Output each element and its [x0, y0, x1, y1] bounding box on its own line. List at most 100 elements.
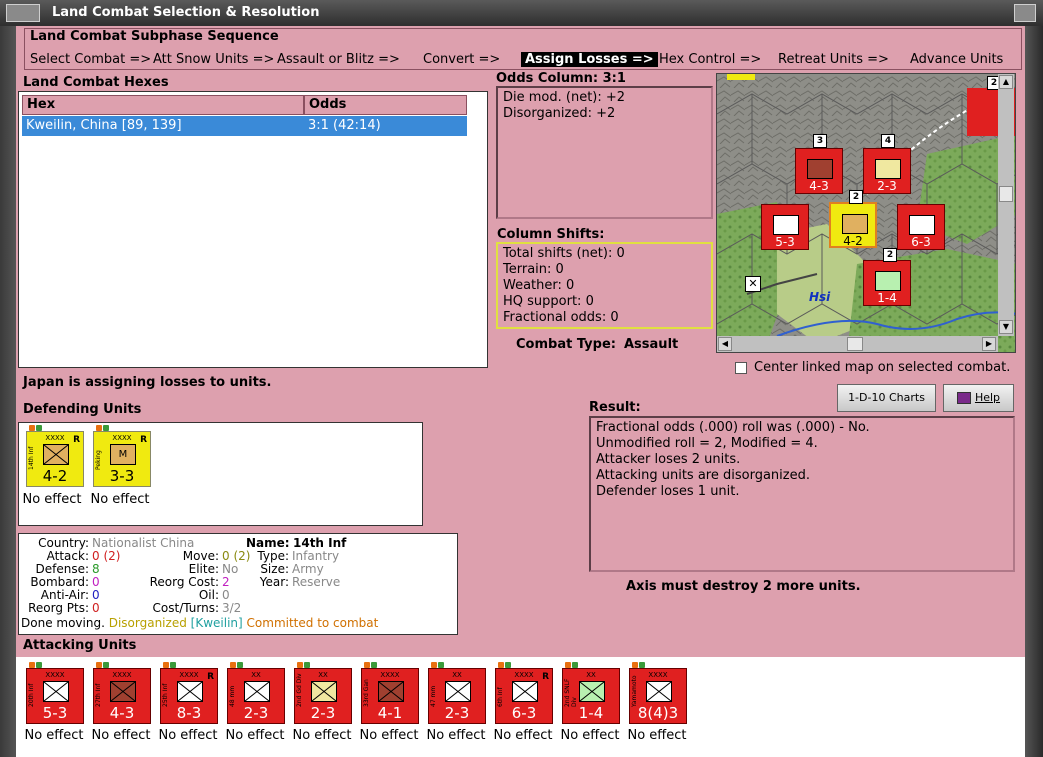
step-assign-losses[interactable]: Assign Losses =>: [521, 52, 658, 67]
combat-type-value: Assault: [624, 337, 679, 352]
center-map-label: Center linked map on selected combat.: [754, 360, 1011, 375]
unit-symbol-icon: [445, 681, 471, 702]
odds-column-title: Odds Column: 3:1: [496, 71, 626, 86]
attacker-effect: No effect: [560, 728, 620, 743]
attacker-unit[interactable]: XXXX 20th Inf 5-3: [26, 662, 84, 724]
unit-symbol-icon: [177, 681, 203, 702]
table-row[interactable]: Kweilin, China [89, 139] 3:1 (42:14): [22, 116, 467, 136]
step-advance-units[interactable]: Advance Units: [910, 52, 1003, 67]
attacker-unit[interactable]: XXXX Yamamoto 8(4)3: [629, 662, 687, 724]
attacker-unit[interactable]: XX 47 mm 2-3: [428, 662, 486, 724]
attacker-effect: No effect: [158, 728, 218, 743]
scroll-right-icon[interactable]: ▶: [982, 337, 996, 351]
linked-map[interactable]: 2 4-3 3 2-3 4 5-3 4-2 2 6-3 1-4 2 ✕ Hsi: [716, 73, 1016, 353]
scroll-up-icon[interactable]: ▲: [999, 75, 1013, 89]
combat-type-label: Combat Type:: [516, 337, 616, 352]
result-line: Attacker loses 2 units.: [596, 452, 741, 467]
unit-symbol-icon: [311, 681, 337, 702]
help-book-icon: [956, 392, 971, 404]
map-stack-count: 2: [849, 190, 863, 204]
hexes-list[interactable]: Hex Odds Kweilin, China [89, 139] 3:1 (4…: [18, 91, 488, 368]
map-stack-count: 4: [881, 134, 895, 148]
result-line: Fractional odds (.000) roll was (.000) -…: [596, 420, 870, 435]
window-menu-button[interactable]: [6, 4, 40, 22]
row-hex: Kweilin, China [89, 139]: [26, 118, 182, 133]
shift-terrain: Terrain: 0: [503, 262, 564, 277]
unit-reorg-pts: 0: [92, 601, 100, 615]
window-close-button[interactable]: [1014, 4, 1036, 22]
scroll-left-icon[interactable]: ◀: [718, 337, 732, 351]
infantry-symbol-icon: [43, 444, 69, 465]
map-unit-defender[interactable]: 4-2: [829, 202, 877, 248]
help-button[interactable]: Help: [943, 384, 1014, 412]
defender-effect: No effect: [22, 492, 82, 507]
shift-hq-support: HQ support: 0: [503, 294, 594, 309]
shift-weather: Weather: 0: [503, 278, 575, 293]
unit-info-panel: Country: Nationalist China Attack: 0 (2)…: [18, 533, 458, 635]
subphase-sequence-title: Land Combat Subphase Sequence: [30, 29, 279, 44]
center-map-checkbox[interactable]: [735, 362, 747, 374]
attacker-effect: No effect: [292, 728, 352, 743]
step-att-snow-units[interactable]: Att Snow Units =>: [153, 52, 274, 67]
map-stack-count: 3: [813, 134, 827, 148]
map-unit-27th[interactable]: 4-3: [795, 148, 843, 194]
unit-symbol-icon: [378, 681, 404, 702]
step-retreat-units[interactable]: Retreat Units =>: [778, 52, 889, 67]
attacker-effect: No effect: [493, 728, 553, 743]
shift-fractional: Fractional odds: 0: [503, 310, 619, 325]
map-stack-count: 2: [883, 248, 897, 262]
map-unit-partial: [727, 74, 755, 80]
column-header-odds[interactable]: Odds: [304, 95, 467, 115]
attacker-unit[interactable]: XXXX 33rd Gan 4-1: [361, 662, 419, 724]
step-assault-or-blitz[interactable]: Assault or Blitz =>: [277, 52, 400, 67]
defender-unit-14th-inf[interactable]: XXXX 14th Inf R 4-2: [26, 425, 84, 487]
column-shifts-title: Column Shifts:: [497, 227, 605, 242]
window-frame-right: [1025, 26, 1043, 757]
map-unit-2nd-gd[interactable]: 2-3: [863, 148, 911, 194]
result-line: Unmodified roll = 2, Modified = 4.: [596, 436, 818, 451]
column-shifts-box: Total shifts (net): 0 Terrain: 0 Weather…: [496, 242, 713, 329]
map-unit-6th[interactable]: 6-3: [897, 204, 945, 250]
unit-symbol-icon: [244, 681, 270, 702]
airfield-icon: ✕: [745, 276, 761, 292]
attacker-unit[interactable]: XX 2nd SNLF Div 1-4: [562, 662, 620, 724]
attacker-unit[interactable]: XX 2nd Gd Div 2-3: [294, 662, 352, 724]
step-select-combat[interactable]: Select Combat =>: [30, 52, 151, 67]
attacker-unit[interactable]: XXXX 6th Inf R 6-3: [495, 662, 553, 724]
defender-unit-peking[interactable]: XXXX Peking R M 3-3: [93, 425, 151, 487]
odds-line-disorganized: Disorganized: +2: [503, 106, 616, 121]
odds-line-die-mod: Die mod. (net): +2: [503, 90, 626, 105]
column-header-hex[interactable]: Hex: [22, 95, 304, 115]
window-frame-left: [0, 26, 16, 757]
scroll-down-icon[interactable]: ▼: [999, 320, 1013, 334]
step-convert[interactable]: Convert =>: [423, 52, 500, 67]
map-unit-20th[interactable]: 5-3: [761, 204, 809, 250]
result-line: Attacking units are disorganized.: [596, 468, 810, 483]
map-vertical-scrollbar[interactable]: ▲ ▼: [998, 74, 1014, 336]
attacker-unit[interactable]: XXXX 25th Inf R 8-3: [160, 662, 218, 724]
row-odds: 3:1 (42:14): [308, 118, 381, 133]
unit-symbol-icon: [646, 681, 672, 702]
charts-button[interactable]: 1-D-10 Charts: [837, 384, 936, 412]
window-titlebar: Land Combat Selection & Resolution: [0, 0, 1043, 27]
result-line: Defender loses 1 unit.: [596, 484, 740, 499]
attacker-unit[interactable]: XX 48 mm 2-3: [227, 662, 285, 724]
scroll-thumb-horizontal[interactable]: [847, 337, 863, 351]
map-place-label: Hsi: [809, 290, 831, 304]
attacker-effect: No effect: [24, 728, 84, 743]
map-unit-snlf[interactable]: 1-4: [863, 260, 911, 306]
defending-units-title: Defending Units: [23, 402, 142, 417]
attacking-units-title: Attacking Units: [23, 638, 137, 653]
shift-total: Total shifts (net): 0: [503, 246, 625, 261]
status-message: Japan is assigning losses to units.: [23, 375, 272, 390]
result-box: Fractional odds (.000) roll was (.000) -…: [589, 416, 1015, 572]
unit-cost-turns: 3/2: [222, 601, 242, 615]
attacker-unit[interactable]: XXXX 27th Inf 4-3: [93, 662, 151, 724]
step-hex-control[interactable]: Hex Control =>: [659, 52, 761, 67]
map-horizontal-scrollbar[interactable]: ◀ ▶: [717, 336, 998, 352]
result-footer: Axis must destroy 2 more units.: [626, 579, 861, 594]
land-combat-hexes-title: Land Combat Hexes: [23, 75, 169, 90]
attacker-effect: No effect: [91, 728, 151, 743]
defender-effect: No effect: [90, 492, 150, 507]
scroll-thumb-vertical[interactable]: [999, 186, 1013, 202]
